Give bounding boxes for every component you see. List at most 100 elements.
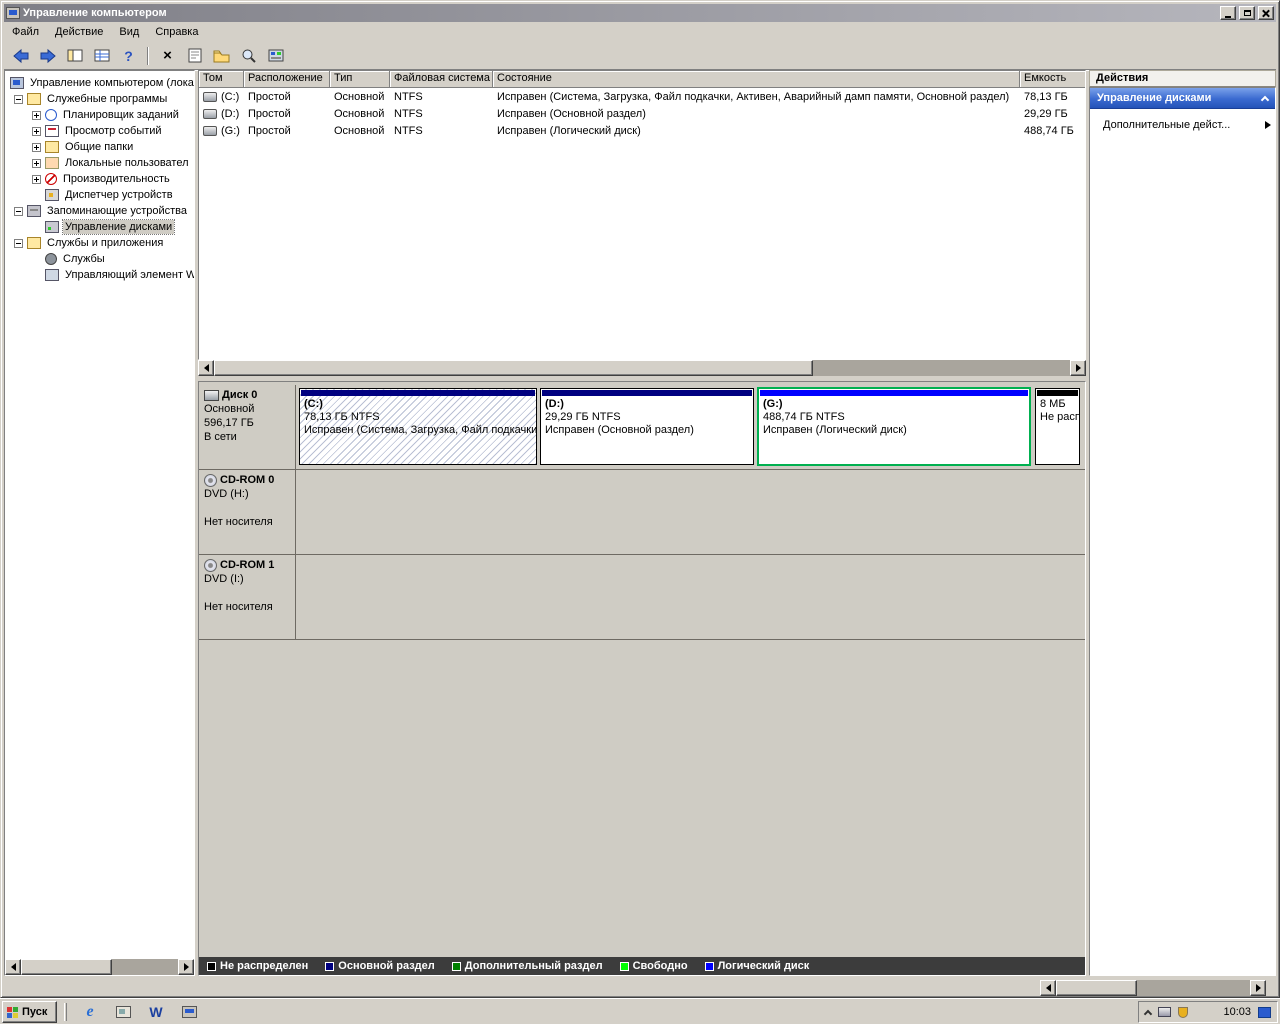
menu-action[interactable]: Действие: [47, 24, 111, 40]
scrollbar-thumb[interactable]: [21, 959, 112, 975]
legend-label: Дополнительный раздел: [465, 960, 603, 972]
scrollbar-thumb[interactable]: [1056, 980, 1137, 996]
partition-size: 488,74 ГБ NTFS: [759, 411, 1029, 424]
column-header-status[interactable]: Состояние: [493, 71, 1020, 88]
volume-filesystem: NTFS: [390, 108, 493, 120]
scroll-left-button[interactable]: [198, 360, 214, 376]
legend-label: Логический диск: [718, 960, 810, 972]
tree-item-services[interactable]: Службы: [5, 251, 194, 267]
tree-item-shared-folders[interactable]: Общие папки: [5, 139, 194, 155]
partition-c[interactable]: (C:) 78,13 ГБ NTFS Исправен (Система, За…: [299, 388, 537, 465]
tree-horizontal-scrollbar[interactable]: [5, 959, 194, 975]
menu-help[interactable]: Справка: [147, 24, 206, 40]
partition-unallocated[interactable]: 8 МБ Не распределен: [1035, 388, 1080, 465]
storage-icon: [27, 205, 41, 217]
expand-icon[interactable]: [32, 143, 41, 152]
show-hide-tree-icon: [67, 48, 83, 63]
chevron-up-icon: [1261, 95, 1269, 103]
scroll-right-button[interactable]: [1070, 360, 1086, 376]
partition-color-stripe: [1037, 390, 1078, 396]
window-horizontal-scrollbar[interactable]: [1040, 980, 1266, 996]
cdrom1-label[interactable]: CD-ROM 1 DVD (I:) Нет носителя: [199, 555, 296, 639]
forward-button[interactable]: [35, 44, 60, 67]
column-header-capacity[interactable]: Емкость: [1020, 71, 1086, 88]
safely-remove-hardware-icon[interactable]: [1158, 1007, 1171, 1017]
tree-item-wmi-control[interactable]: Управляющий элемент W: [5, 267, 194, 283]
expand-icon[interactable]: [32, 111, 41, 120]
quick-launch-handle[interactable]: [64, 1003, 67, 1021]
show-desktop-icon[interactable]: [113, 1002, 133, 1022]
internet-explorer-icon[interactable]: e: [80, 1002, 100, 1022]
tree-item-event-viewer[interactable]: Просмотр событий: [5, 123, 194, 139]
menu-file[interactable]: Файл: [4, 24, 47, 40]
scroll-right-button[interactable]: [1250, 980, 1266, 996]
open-button[interactable]: [209, 44, 234, 67]
window-bottom-strip: [4, 976, 1276, 996]
volume-row-d[interactable]: (D:) Простой Основной NTFS Исправен (Осн…: [199, 105, 1085, 122]
column-header-layout[interactable]: Расположение: [244, 71, 330, 88]
collapse-icon[interactable]: [14, 207, 23, 216]
back-button[interactable]: [8, 44, 33, 67]
network-icon[interactable]: [1258, 1007, 1271, 1018]
actions-panel-body: Управление дисками Дополнительные дейст.…: [1089, 87, 1276, 976]
expand-icon[interactable]: [32, 127, 41, 136]
partition-g[interactable]: (G:) 488,74 ГБ NTFS Исправен (Логический…: [757, 387, 1031, 466]
titlebar[interactable]: Управление компьютером: [4, 4, 1276, 22]
tray-chevron-icon[interactable]: [1144, 1009, 1152, 1017]
help-button[interactable]: ?: [116, 44, 141, 67]
tree-item-system-tools[interactable]: Служебные программы: [5, 91, 194, 107]
delete-button[interactable]: ×: [155, 44, 180, 67]
tree-item-services-and-apps[interactable]: Службы и приложения: [5, 235, 194, 251]
column-header-type[interactable]: Тип: [330, 71, 390, 88]
find-button[interactable]: [236, 44, 261, 67]
cdrom0-label[interactable]: CD-ROM 0 DVD (H:) Нет носителя: [199, 470, 296, 554]
column-header-volume[interactable]: Том: [199, 71, 244, 88]
menu-view[interactable]: Вид: [111, 24, 147, 40]
gear-icon: [45, 253, 57, 265]
security-icon[interactable]: [1178, 1007, 1188, 1018]
scrollbar-track[interactable]: [214, 360, 1070, 376]
volume-row-c[interactable]: (C:) Простой Основной NTFS Исправен (Сис…: [199, 88, 1085, 105]
volume-type: Основной: [330, 108, 390, 120]
expand-icon[interactable]: [32, 175, 41, 184]
column-header-filesystem[interactable]: Файловая система: [390, 71, 493, 88]
computer-management-taskbar-icon[interactable]: [179, 1002, 199, 1022]
partition-legend: Не распределен Основной раздел Дополните…: [199, 957, 1085, 975]
tree-item-task-scheduler[interactable]: Планировщик заданий: [5, 107, 194, 123]
word-icon[interactable]: W: [146, 1002, 166, 1022]
scrollbar-track[interactable]: [1056, 980, 1250, 996]
collapse-icon[interactable]: [14, 95, 23, 104]
tree-item-storage[interactable]: Запоминающие устройства: [5, 203, 194, 219]
collapse-icon[interactable]: [14, 239, 23, 248]
volume-row-g[interactable]: (G:) Простой Основной NTFS Исправен (Лог…: [199, 122, 1085, 139]
volume-filesystem: NTFS: [390, 125, 493, 137]
partition-d[interactable]: (D:) 29,29 ГБ NTFS Исправен (Основной ра…: [540, 388, 754, 465]
toolbar-separator: [147, 47, 149, 65]
scroll-left-button[interactable]: [1040, 980, 1056, 996]
tree-item-disk-management[interactable]: Управление дисками: [5, 219, 194, 235]
actions-disk-management-header[interactable]: Управление дисками: [1090, 88, 1275, 109]
scrollbar-track[interactable]: [21, 959, 178, 975]
tree-item-performance[interactable]: Производительность: [5, 171, 194, 187]
show-hide-tree-button[interactable]: [62, 44, 87, 67]
console-body: Управление компьютером (лока Служебные п…: [4, 70, 1276, 976]
export-list-button[interactable]: [89, 44, 114, 67]
volume-list-horizontal-scrollbar[interactable]: [198, 360, 1086, 376]
restore-button[interactable]: [1239, 6, 1255, 20]
disk0-label[interactable]: Диск 0 Основной 596,17 ГБ В сети: [199, 385, 296, 469]
close-button[interactable]: [1258, 6, 1274, 20]
disk-manage-button[interactable]: [263, 44, 288, 67]
scroll-left-button[interactable]: [5, 959, 21, 975]
start-button[interactable]: Пуск: [2, 1001, 57, 1023]
tree-item-local-users[interactable]: Локальные пользовател: [5, 155, 194, 171]
expand-icon[interactable]: [32, 159, 41, 168]
more-actions-item[interactable]: Дополнительные дейст...: [1090, 116, 1275, 134]
properties-button[interactable]: [182, 44, 207, 67]
more-actions-label: Дополнительные дейст...: [1103, 119, 1230, 131]
taskbar-clock[interactable]: 10:03: [1223, 1006, 1251, 1018]
tree-item-device-manager[interactable]: Диспетчер устройств: [5, 187, 194, 203]
minimize-button[interactable]: [1220, 6, 1236, 20]
scrollbar-thumb[interactable]: [214, 360, 813, 376]
tree-item-computer-management-root[interactable]: Управление компьютером (лока: [5, 75, 194, 91]
scroll-right-button[interactable]: [178, 959, 194, 975]
